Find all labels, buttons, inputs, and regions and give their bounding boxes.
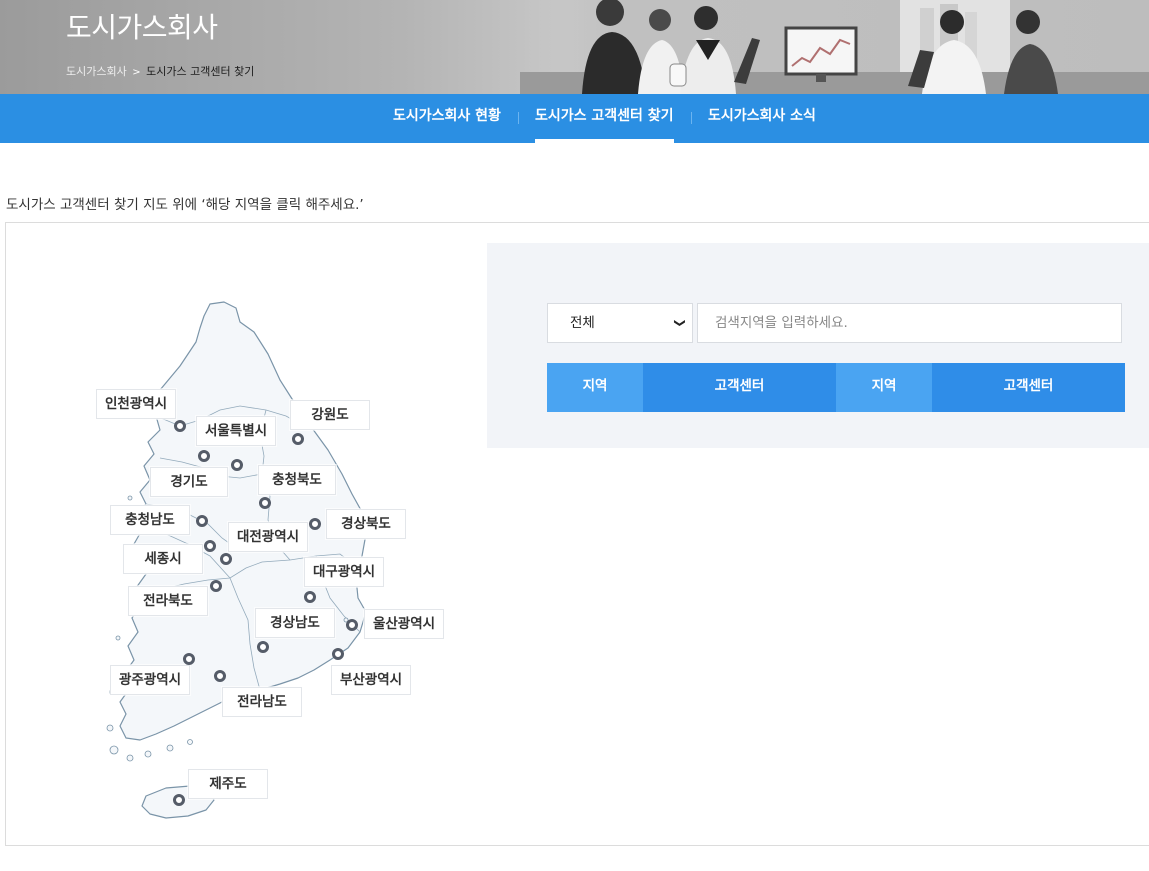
region-marker-jeonnam[interactable] (214, 670, 226, 682)
region-marker-daejeon[interactable] (204, 540, 216, 552)
tab-company-news[interactable]: 도시가스회사 소식 (708, 94, 816, 143)
region-label-gangwon[interactable]: 강원도 (290, 400, 370, 430)
region-label-daegu[interactable]: 대구광역시 (304, 557, 384, 587)
region-label-jeonbuk[interactable]: 전라북도 (128, 586, 208, 616)
region-marker-gwangju[interactable] (183, 653, 195, 665)
column-header-region: 지역 (547, 363, 643, 412)
breadcrumb-separator: > (132, 67, 141, 78)
column-header-customer-center: 고객센터 (643, 363, 836, 412)
region-marker-gyeongnam[interactable] (257, 641, 269, 653)
region-marker-sejong-area[interactable] (220, 553, 232, 565)
region-label-gyeongbuk[interactable]: 경상북도 (326, 509, 406, 539)
results-table-header: 지역 고객센터 지역 고객센터 (547, 363, 1125, 412)
region-label-gyeongnam[interactable]: 경상남도 (255, 608, 335, 638)
region-marker-incheon[interactable] (174, 420, 186, 432)
breadcrumb: 도시가스회사 > 도시가스 고객센터 찾기 (66, 63, 254, 79)
region-label-gyeonggi[interactable]: 경기도 (150, 467, 228, 497)
region-label-daejeon[interactable]: 대전광역시 (228, 522, 308, 552)
office-photo (520, 0, 1149, 94)
column-header-region: 지역 (836, 363, 932, 412)
region-label-sejong[interactable]: 세종시 (123, 544, 203, 574)
search-input[interactable] (697, 303, 1122, 343)
region-label-chungbuk[interactable]: 충청북도 (258, 465, 336, 495)
nav-divider (691, 112, 692, 124)
breadcrumb-current: 도시가스 고객센터 찾기 (146, 65, 255, 78)
sub-navigation: 도시가스회사 현황 도시가스 고객센터 찾기 도시가스회사 소식 (0, 94, 1149, 143)
region-marker-chungbuk[interactable] (259, 497, 271, 509)
region-label-chungnam[interactable]: 충청남도 (110, 505, 190, 535)
header-banner: 도시가스회사 도시가스회사 > 도시가스 고객센터 찾기 (0, 0, 1149, 94)
region-marker-busan[interactable] (332, 648, 344, 660)
region-label-jeju[interactable]: 제주도 (188, 769, 268, 799)
region-select[interactable]: 전체 ❯ (547, 303, 693, 343)
region-marker-jeonbuk[interactable] (210, 580, 222, 592)
region-label-ulsan[interactable]: 울산광역시 (364, 609, 444, 639)
region-marker-seoul[interactable] (198, 450, 210, 462)
search-panel: 전체 ❯ 지역 고객센터 지역 고객센터 (487, 243, 1149, 448)
region-marker-chungnam[interactable] (196, 515, 208, 527)
region-marker-gyeonggi[interactable] (231, 459, 243, 471)
region-marker-gyeongbuk[interactable] (309, 518, 321, 530)
page-title: 도시가스회사 (66, 11, 218, 44)
region-marker-daegu[interactable] (304, 591, 316, 603)
column-header-customer-center: 고객센터 (932, 363, 1125, 412)
region-marker-jeju[interactable] (173, 794, 185, 806)
instruction-text: 도시가스 고객센터 찾기 지도 위에 ‘해당 지역을 클릭 해주세요.’ (6, 197, 364, 213)
region-marker-gangwon[interactable] (292, 433, 304, 445)
breadcrumb-home[interactable]: 도시가스회사 (66, 65, 127, 78)
region-label-incheon[interactable]: 인천광역시 (96, 389, 176, 419)
region-label-jeonnam[interactable]: 전라남도 (222, 687, 302, 717)
region-select-value: 전체 (570, 315, 595, 331)
tab-find-customer-center[interactable]: 도시가스 고객센터 찾기 (535, 94, 674, 143)
region-label-busan[interactable]: 부산광역시 (331, 665, 411, 695)
nav-divider (518, 112, 519, 124)
chevron-down-icon: ❯ (673, 318, 687, 328)
tab-company-status[interactable]: 도시가스회사 현황 (393, 94, 501, 143)
region-label-seoul[interactable]: 서울특별시 (196, 416, 276, 446)
region-label-gwangju[interactable]: 광주광역시 (110, 665, 190, 695)
region-marker-ulsan[interactable] (346, 619, 358, 631)
